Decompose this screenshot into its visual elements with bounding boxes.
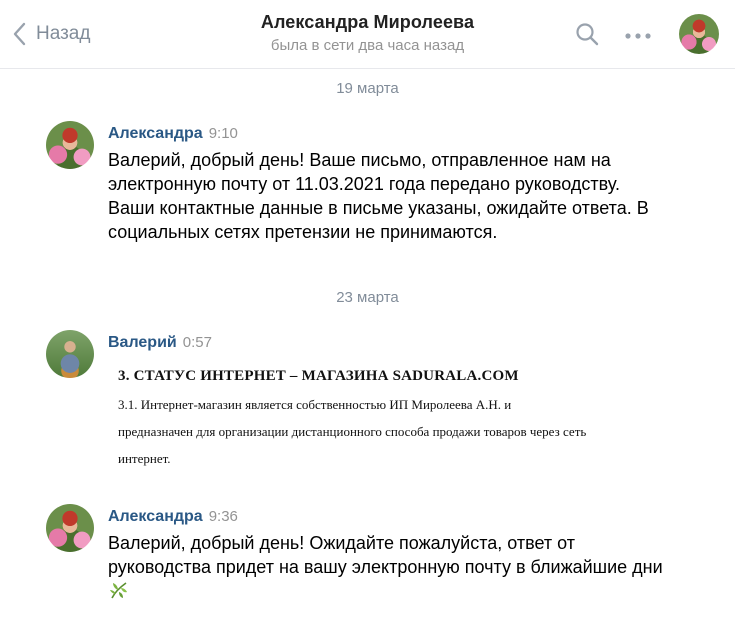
search-icon[interactable] — [575, 22, 599, 51]
message: Александра 9:36 Валерий, добрый день! Ожи… — [108, 508, 668, 606]
chat-avatar[interactable] — [679, 14, 719, 54]
message-text-content: Валерий, добрый день! Ожидайте пожалуйст… — [108, 533, 663, 577]
back-label: Назад — [36, 23, 91, 44]
back-button[interactable]: Назад — [12, 18, 90, 50]
chat-header: Назад Александра Миролеева была в сети д… — [0, 0, 735, 69]
message-text: Валерий, добрый день! Ожидайте пожалуйст… — [108, 531, 668, 606]
attachment-body: 3.1. Интернет-магазин является собственн… — [118, 397, 587, 466]
message-author[interactable]: Валерий — [108, 334, 177, 352]
message: Валерий 0:57 — [108, 334, 212, 352]
message-time: 9:36 — [208, 508, 238, 525]
date-separator: 23 марта — [336, 289, 399, 306]
avatar[interactable] — [46, 121, 94, 169]
message-author[interactable]: Александра — [108, 125, 203, 143]
avatar[interactable] — [46, 330, 94, 378]
message-time: 0:57 — [182, 334, 212, 351]
message-author[interactable]: Александра — [108, 508, 203, 526]
date-separator: 19 марта — [336, 80, 399, 97]
attachment-heading: 3. СТАТУС ИНТЕРНЕТ – МАГАЗИНА SADURALA.C… — [118, 368, 519, 384]
avatar[interactable] — [46, 504, 94, 552]
image-attachment[interactable]: 3. СТАТУС ИНТЕРНЕТ – МАГАЗИНА SADURALA.C… — [118, 368, 638, 472]
message-time: 9:10 — [208, 125, 238, 142]
more-dots-icon[interactable] — [624, 28, 652, 46]
message-text: Валерий, добрый день! Ваше письмо, отпра… — [108, 150, 649, 242]
herb-emoji — [109, 580, 129, 606]
chevron-left-icon — [12, 22, 26, 46]
message: Александра 9:10 Валерий, добрый день! Ваш… — [108, 125, 668, 244]
